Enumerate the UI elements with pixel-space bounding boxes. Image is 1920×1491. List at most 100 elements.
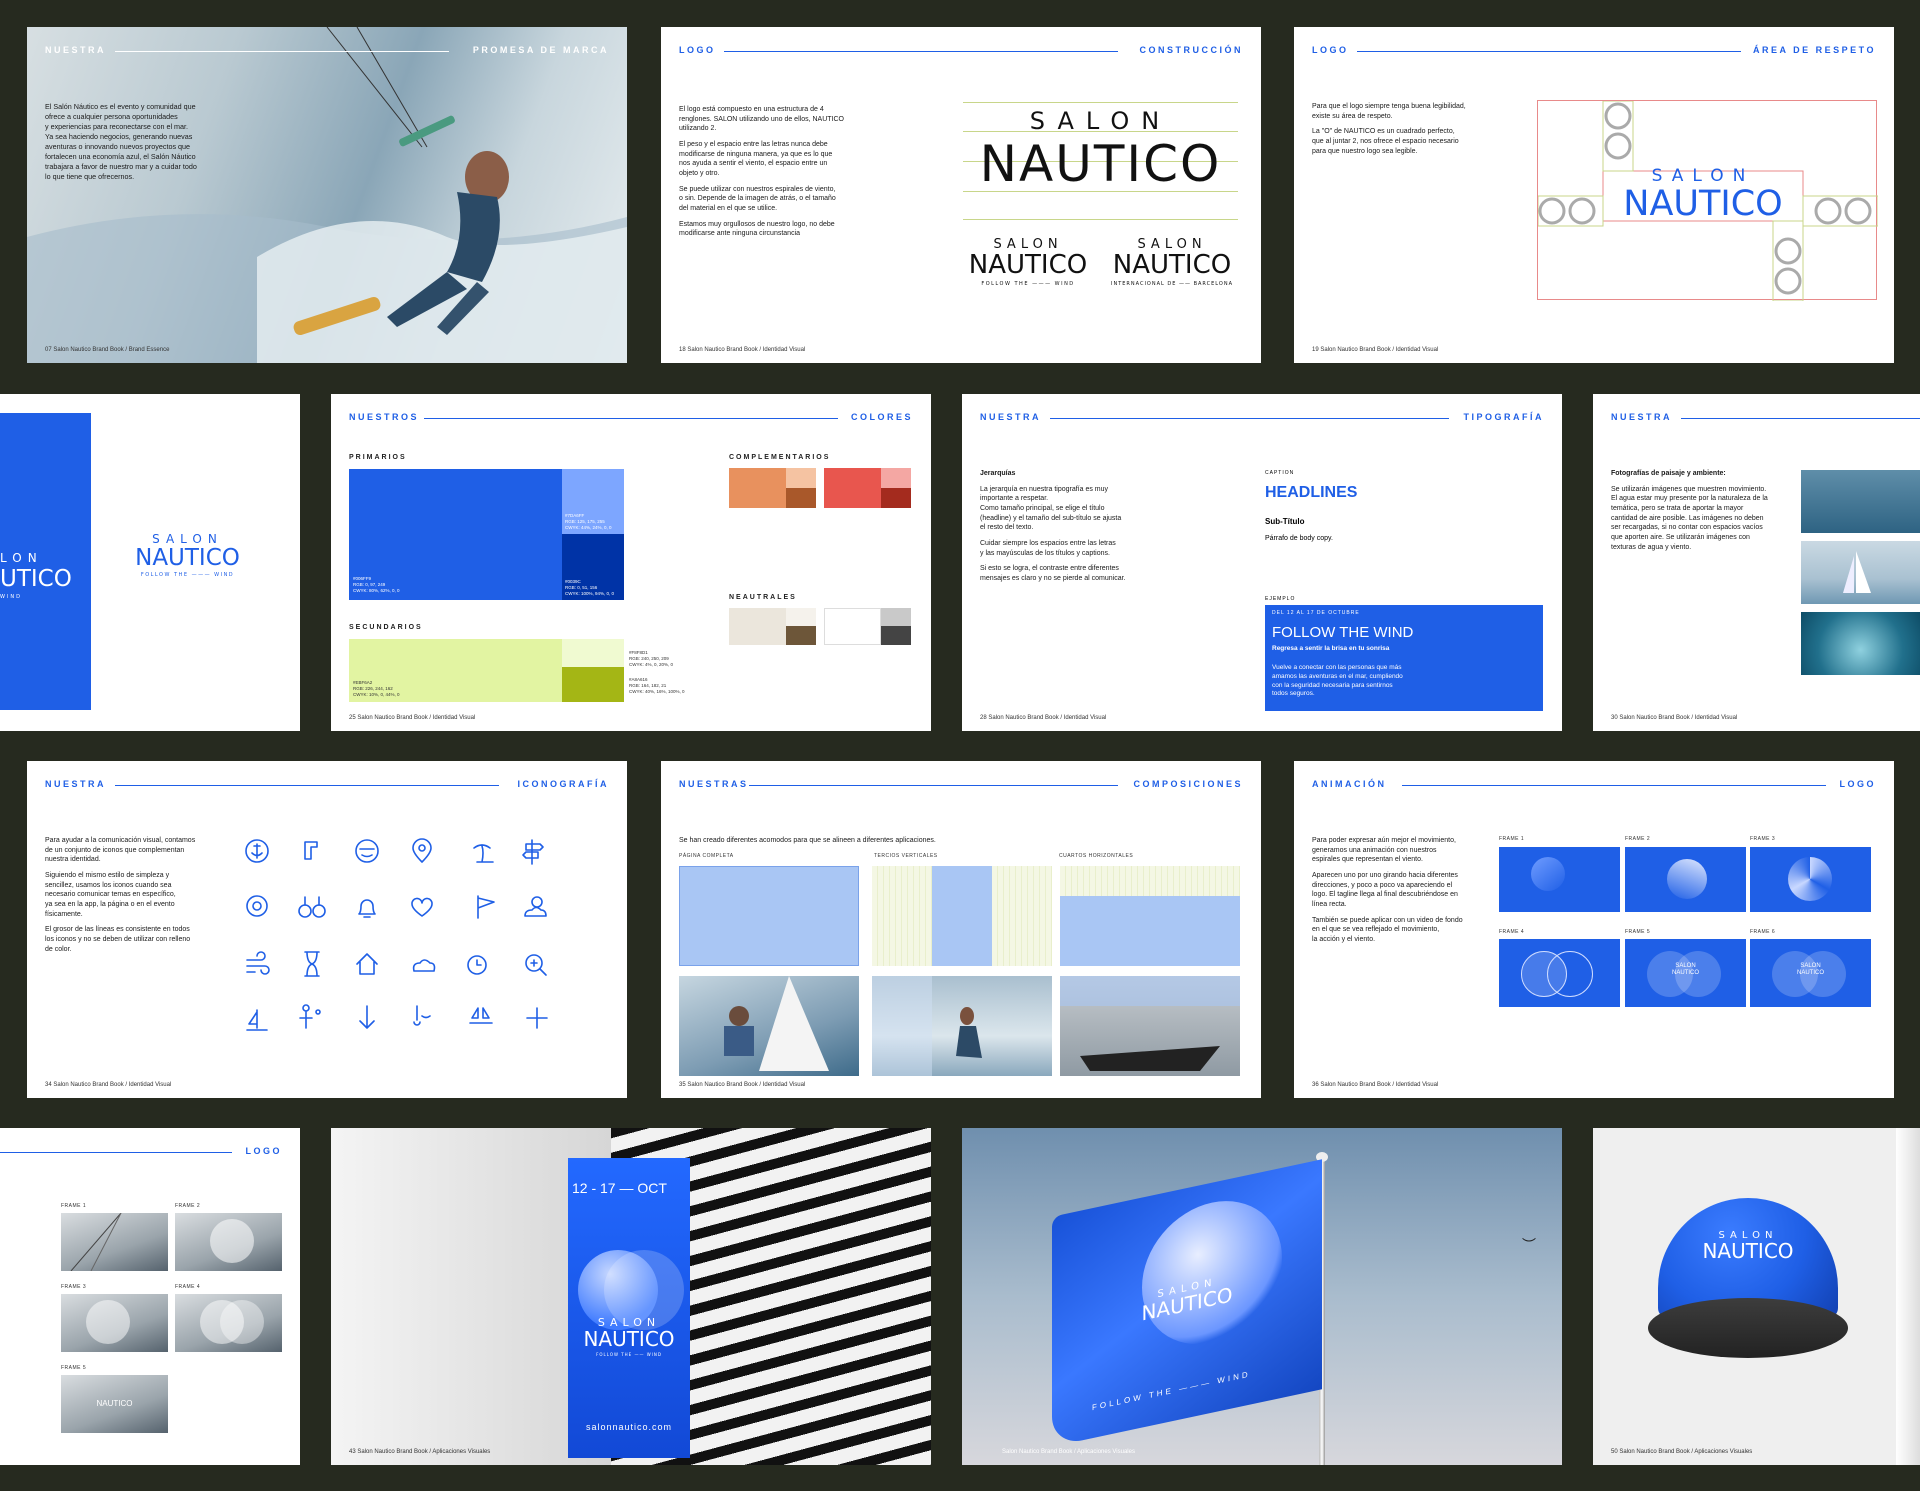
swatch-olive: [562, 667, 624, 702]
page-header: NUESTRA ICONOGRAFÍA: [45, 779, 609, 793]
wind-icon: [246, 951, 270, 975]
logo-nautico: NAUTICO: [979, 135, 1222, 193]
page-header: NUESTRA TIPOGRAFÍA: [980, 412, 1544, 426]
sea-photo: [1801, 470, 1920, 533]
frame-label: FRAME 5: [1625, 929, 1651, 935]
page-header: NUESTRA PROMESA DE MARCA: [45, 45, 609, 59]
example-body: Vuelve a conectar con las personas que m…: [1272, 664, 1403, 698]
flag-tagline: FOLLOW THE ——— WIND: [1092, 1369, 1251, 1413]
paragraph: Para ayudar a la comunicación visual, co…: [45, 837, 196, 864]
header-right: COMPOSICIONES: [1133, 779, 1243, 789]
paragraph: La jerarquía en nuestra tipografía es mu…: [980, 485, 1122, 532]
anim-frame: [1499, 847, 1620, 912]
neutral-beige: [729, 608, 786, 645]
header-line: [724, 51, 1118, 52]
header-left: ANIMACIÓN: [1312, 779, 1387, 789]
palm-island-icon: [473, 844, 494, 863]
compositions-intro: Se han creado diferentes acomodos para q…: [679, 837, 936, 844]
page-footer: 35 Salon Nautico Brand Book / Identidad …: [679, 1082, 806, 1088]
header-right: PROMESA DE MARCA: [472, 45, 609, 55]
header-line: [1402, 785, 1826, 786]
page-logo-versions: LON UTICO WIND SALON NAUTICO FOLLOW THE …: [0, 394, 300, 731]
header-right: COLORES: [850, 412, 913, 422]
header-line: [1357, 51, 1741, 52]
swatch-primary-blue: #006FF9 RGB: 0, 97, 249 CWYK: 80%, 62%, …: [349, 469, 562, 600]
header-right: ÁREA DE RESPETO: [1752, 45, 1876, 55]
example-headline: FOLLOW THE WIND: [1272, 624, 1414, 641]
construction-text: El logo está compuesto en una estructura…: [679, 105, 879, 245]
side-strip: [1896, 1128, 1920, 1465]
neutral-white: [824, 608, 881, 645]
page-logo-construction: LOGO CONSTRUCCIÓN El logo está compuesto…: [661, 27, 1261, 363]
page-logo-animation-video: LOGO FRAME 1 FRAME 2 FRAME 3 FRAME 4 FRA…: [0, 1128, 300, 1465]
header-line: [115, 51, 449, 52]
banner-logo: SALON NAUTICO FOLLOW THE —— WIND: [568, 1316, 690, 1357]
page-cap-mockup: SALON NAUTICO 50 Salon Nautico Brand Boo…: [1593, 1128, 1920, 1465]
swatch-pale-lime: [562, 639, 624, 667]
page-banner-mockup: 12 - 17 — OCT SALON NAUTICO FOLLOW THE —…: [331, 1128, 931, 1465]
video-frame: [61, 1294, 168, 1352]
paragraph: Para poder expresar aún mejor el movimie…: [1312, 837, 1456, 864]
page-header: NUESTRA: [1611, 412, 1920, 426]
section-complementary: COMPLEMENTARIOS: [729, 454, 831, 461]
waving-flag: SALON NAUTICO FOLLOW THE ——— WIND: [1052, 1159, 1322, 1447]
header-right: TIPOGRAFÍA: [1463, 412, 1544, 422]
logo-salon: SALON: [1651, 166, 1755, 186]
page-footer: 18 Salon Nautico Brand Book / Identidad …: [679, 347, 806, 353]
logo-tagline: FOLLOW THE ——— WIND: [981, 281, 1075, 287]
clearspace-text: Para que el logo siempre tenga buena leg…: [1312, 102, 1512, 162]
anim-frame: [1750, 847, 1871, 912]
header-line: [749, 785, 1118, 786]
anchor-icon: [245, 839, 269, 863]
alarm-clock-icon: [467, 955, 487, 975]
example-box: DEL 12 AL 17 DE OCTUBRE FOLLOW THE WIND …: [1265, 605, 1543, 711]
page-footer: Salon Nautico Brand Book / Aplicaciones …: [1002, 1449, 1135, 1455]
photography-text: Fotografías de paisaje y ambiente: Se ut…: [1611, 469, 1811, 558]
layout-full: [679, 866, 859, 966]
icon-grid: [242, 836, 612, 1056]
anim-frame: [1499, 939, 1620, 1007]
headlines-sample: HEADLINES: [1265, 484, 1358, 501]
swatch-label: #7DA6FF RGB: 125, 175, 255 CWYK: 44%, 24…: [565, 513, 612, 531]
swatch-lime: #EBF6A2 RGB: 226, 244, 162 CWYK: 10%, 0,…: [349, 639, 562, 702]
neutral-beige-light: [786, 608, 816, 626]
zoom-in-icon: [525, 954, 547, 976]
header-line: [1050, 418, 1449, 419]
paragraph: También se puede aplicar con un video de…: [1312, 916, 1463, 943]
header-right: CONSTRUCCIÓN: [1139, 45, 1243, 55]
hand-pointer-icon: [304, 841, 318, 860]
sailors-photo: [679, 976, 859, 1076]
banner-url: salonnautico.com: [585, 1422, 673, 1432]
example-subtitle: Regresa a sentir la brisa en tu sonrisa: [1272, 645, 1390, 652]
page-colors: NUESTROS COLORES PRIMARIOS #006FF9 RGB: …: [331, 394, 931, 731]
anim-frame: [1625, 847, 1746, 912]
frame-label: FRAME 3: [1750, 836, 1776, 842]
logo-nautico: NAUTICO: [968, 250, 1088, 280]
page-footer: 30 Salon Nautico Brand Book / Identidad …: [1611, 715, 1738, 721]
cloudy-night-icon: [412, 959, 436, 972]
logo-nautico: NAUTICO: [1112, 250, 1232, 280]
page-header: LOGO ÁREA DE RESPETO: [1312, 45, 1876, 59]
cap-logo: SALON NAUTICO: [1678, 1230, 1818, 1261]
swatch-label: #006FF9 RGB: 0, 97, 249 CWYK: 80%, 62%, …: [353, 576, 400, 594]
paragraph: Si esto se logra, el contraste entre dif…: [980, 565, 1126, 582]
frame-label: FRAME 5: [61, 1365, 87, 1371]
heading: Jerarquías: [980, 470, 1016, 477]
header-left: NUESTRA: [45, 45, 107, 55]
signpost-icon: [522, 839, 544, 865]
sailboat-photo: [1801, 541, 1920, 604]
layout-thirds: [872, 866, 1052, 966]
page-header: LOGO CONSTRUCCIÓN: [679, 45, 1243, 59]
swatch-label: #A8A616 RGB: 164, 182, 21 CWYK: 40%, 16%…: [629, 677, 685, 694]
header-left: NUESTRA: [45, 779, 107, 789]
header-right: ICONOGRAFÍA: [517, 779, 609, 789]
hanging-banner: 12 - 17 — OCT SALON NAUTICO FOLLOW THE —…: [568, 1158, 690, 1458]
label-horizontal-quarters: CUARTOS HORIZONTALES: [1059, 853, 1134, 859]
arrow-down-icon: [359, 1005, 375, 1029]
heading: Fotografías de paisaje y ambiente:: [1611, 470, 1726, 477]
frame-label: FRAME 2: [1625, 836, 1651, 842]
kitesurf-photo: [872, 976, 1052, 1076]
logo-variant-barcelona: SALON NAUTICO INTERNACIONAL DE —— BARCEL…: [1107, 237, 1237, 287]
sailboat-icon: [246, 1009, 268, 1031]
comp-red: [824, 468, 881, 508]
